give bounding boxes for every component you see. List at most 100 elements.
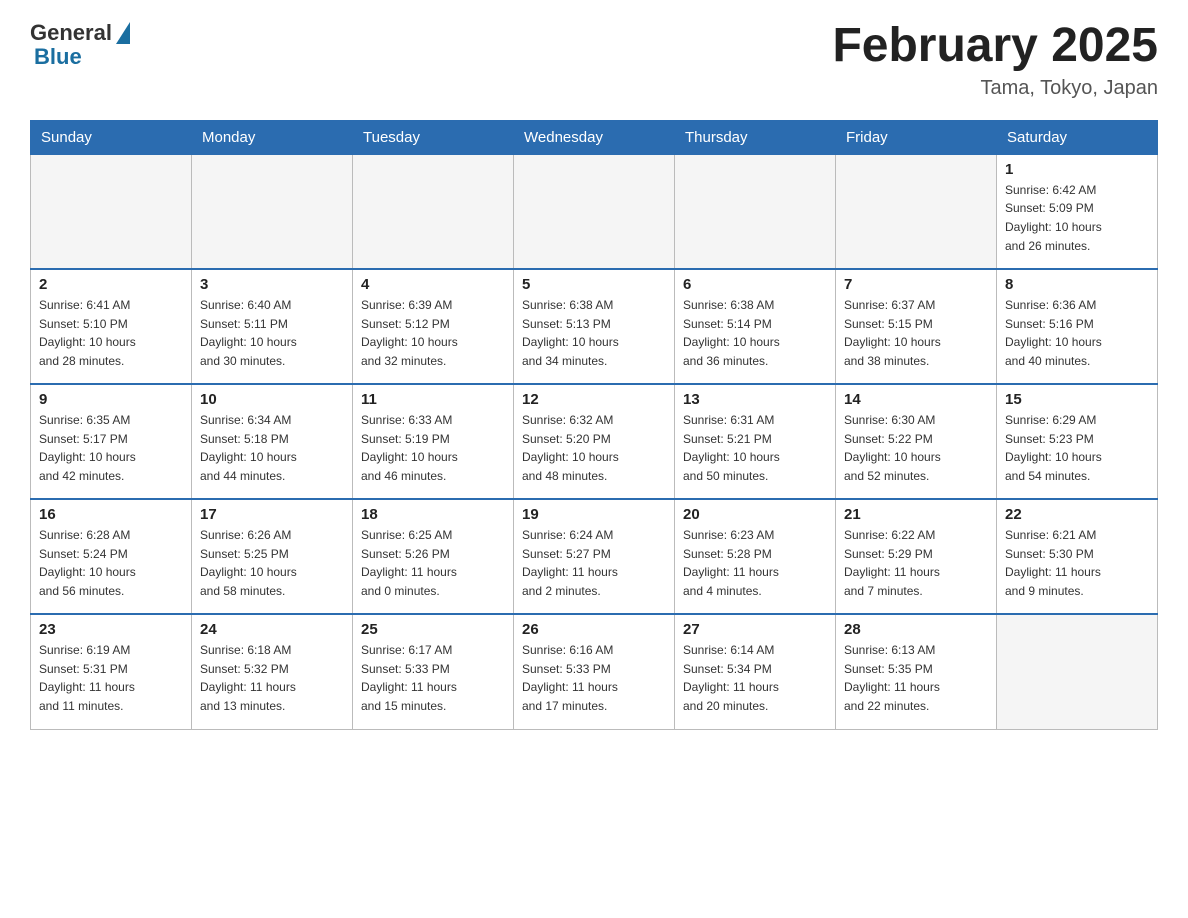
day-number: 8 <box>1005 276 1149 293</box>
calendar-cell: 7 Sunrise: 6:37 AM Sunset: 5:15 PM Daylig… <box>836 269 997 384</box>
col-thursday: Thursday <box>675 120 836 154</box>
day-number: 14 <box>844 391 988 408</box>
day-number: 23 <box>39 621 183 638</box>
week-row-1: 1Sunrise: 6:42 AM Sunset: 5:09 PM Daylig… <box>31 154 1158 269</box>
day-info: Sunrise: 6:33 AM Sunset: 5:19 PM Dayligh… <box>361 411 505 485</box>
day-info: Sunrise: 6:35 AM Sunset: 5:17 PM Dayligh… <box>39 411 183 485</box>
day-info: Sunrise: 6:40 AM Sunset: 5:11 PM Dayligh… <box>200 296 344 370</box>
col-friday: Friday <box>836 120 997 154</box>
day-info: Sunrise: 6:38 AM Sunset: 5:14 PM Dayligh… <box>683 296 827 370</box>
calendar-cell: 18 Sunrise: 6:25 AM Sunset: 5:26 PM Dayli… <box>353 499 514 614</box>
calendar-cell <box>836 154 997 269</box>
calendar-table: Sunday Monday Tuesday Wednesday Thursday… <box>30 120 1158 730</box>
day-info: Sunrise: 6:34 AM Sunset: 5:18 PM Dayligh… <box>200 411 344 485</box>
logo-general-text: General <box>30 20 112 46</box>
calendar-cell: 10 Sunrise: 6:34 AM Sunset: 5:18 PM Dayli… <box>192 384 353 499</box>
calendar-cell: 19 Sunrise: 6:24 AM Sunset: 5:27 PM Dayli… <box>514 499 675 614</box>
calendar-cell: 8 Sunrise: 6:36 AM Sunset: 5:16 PM Daylig… <box>997 269 1158 384</box>
day-number: 24 <box>200 621 344 638</box>
day-number: 22 <box>1005 506 1149 523</box>
calendar-cell: 23 Sunrise: 6:19 AM Sunset: 5:31 PM Dayli… <box>31 614 192 729</box>
col-wednesday: Wednesday <box>514 120 675 154</box>
calendar-title: February 2025 <box>832 20 1158 73</box>
calendar-cell: 6 Sunrise: 6:38 AM Sunset: 5:14 PM Daylig… <box>675 269 836 384</box>
calendar-cell: 28Sunrise: 6:13 AM Sunset: 5:35 PM Dayli… <box>836 614 997 729</box>
calendar-cell: 2Sunrise: 6:41 AM Sunset: 5:10 PM Daylig… <box>31 269 192 384</box>
calendar-cell: 26 Sunrise: 6:16 AM Sunset: 5:33 PM Dayli… <box>514 614 675 729</box>
day-number: 18 <box>361 506 505 523</box>
calendar-cell: 9 Sunrise: 6:35 AM Sunset: 5:17 PM Daylig… <box>31 384 192 499</box>
calendar-cell: 27 Sunrise: 6:14 AM Sunset: 5:34 PM Dayli… <box>675 614 836 729</box>
day-number: 5 <box>522 276 666 293</box>
calendar-cell: 4Sunrise: 6:39 AM Sunset: 5:12 PM Daylig… <box>353 269 514 384</box>
calendar-cell: 20Sunrise: 6:23 AM Sunset: 5:28 PM Dayli… <box>675 499 836 614</box>
calendar-cell: 5 Sunrise: 6:38 AM Sunset: 5:13 PM Daylig… <box>514 269 675 384</box>
day-info: Sunrise: 6:32 AM Sunset: 5:20 PM Dayligh… <box>522 411 666 485</box>
day-info: Sunrise: 6:36 AM Sunset: 5:16 PM Dayligh… <box>1005 296 1149 370</box>
day-number: 28 <box>844 621 988 638</box>
day-number: 27 <box>683 621 827 638</box>
calendar-cell: 12 Sunrise: 6:32 AM Sunset: 5:20 PM Dayli… <box>514 384 675 499</box>
day-number: 19 <box>522 506 666 523</box>
week-row-4: 16 Sunrise: 6:28 AM Sunset: 5:24 PM Dayli… <box>31 499 1158 614</box>
day-number: 15 <box>1005 391 1149 408</box>
day-info: Sunrise: 6:14 AM Sunset: 5:34 PM Dayligh… <box>683 641 827 715</box>
day-info: Sunrise: 6:22 AM Sunset: 5:29 PM Dayligh… <box>844 526 988 600</box>
col-sunday: Sunday <box>31 120 192 154</box>
calendar-cell: 3 Sunrise: 6:40 AM Sunset: 5:11 PM Daylig… <box>192 269 353 384</box>
logo: General Blue <box>30 20 130 70</box>
day-number: 7 <box>844 276 988 293</box>
day-number: 3 <box>200 276 344 293</box>
week-row-3: 9 Sunrise: 6:35 AM Sunset: 5:17 PM Daylig… <box>31 384 1158 499</box>
title-block: February 2025 Tama, Tokyo, Japan <box>832 20 1158 100</box>
calendar-cell: 25 Sunrise: 6:17 AM Sunset: 5:33 PM Dayli… <box>353 614 514 729</box>
day-number: 26 <box>522 621 666 638</box>
day-info: Sunrise: 6:18 AM Sunset: 5:32 PM Dayligh… <box>200 641 344 715</box>
day-number: 6 <box>683 276 827 293</box>
calendar-cell: 11 Sunrise: 6:33 AM Sunset: 5:19 PM Dayli… <box>353 384 514 499</box>
calendar-subtitle: Tama, Tokyo, Japan <box>832 77 1158 100</box>
day-number: 1 <box>1005 161 1149 178</box>
day-info: Sunrise: 6:29 AM Sunset: 5:23 PM Dayligh… <box>1005 411 1149 485</box>
day-info: Sunrise: 6:16 AM Sunset: 5:33 PM Dayligh… <box>522 641 666 715</box>
page-header: General Blue February 2025 Tama, Tokyo, … <box>30 20 1158 100</box>
day-number: 12 <box>522 391 666 408</box>
calendar-cell <box>514 154 675 269</box>
day-info: Sunrise: 6:17 AM Sunset: 5:33 PM Dayligh… <box>361 641 505 715</box>
day-number: 17 <box>200 506 344 523</box>
day-number: 20 <box>683 506 827 523</box>
calendar-cell <box>997 614 1158 729</box>
day-number: 10 <box>200 391 344 408</box>
day-number: 9 <box>39 391 183 408</box>
calendar-cell <box>675 154 836 269</box>
calendar-cell: 16 Sunrise: 6:28 AM Sunset: 5:24 PM Dayli… <box>31 499 192 614</box>
day-number: 25 <box>361 621 505 638</box>
calendar-cell: 13 Sunrise: 6:31 AM Sunset: 5:21 PM Dayli… <box>675 384 836 499</box>
week-row-2: 2Sunrise: 6:41 AM Sunset: 5:10 PM Daylig… <box>31 269 1158 384</box>
day-number: 13 <box>683 391 827 408</box>
day-info: Sunrise: 6:30 AM Sunset: 5:22 PM Dayligh… <box>844 411 988 485</box>
day-info: Sunrise: 6:28 AM Sunset: 5:24 PM Dayligh… <box>39 526 183 600</box>
day-info: Sunrise: 6:39 AM Sunset: 5:12 PM Dayligh… <box>361 296 505 370</box>
calendar-cell: 21 Sunrise: 6:22 AM Sunset: 5:29 PM Dayli… <box>836 499 997 614</box>
day-info: Sunrise: 6:37 AM Sunset: 5:15 PM Dayligh… <box>844 296 988 370</box>
calendar-cell <box>353 154 514 269</box>
calendar-cell: 14 Sunrise: 6:30 AM Sunset: 5:22 PM Dayli… <box>836 384 997 499</box>
day-number: 11 <box>361 391 505 408</box>
day-info: Sunrise: 6:31 AM Sunset: 5:21 PM Dayligh… <box>683 411 827 485</box>
day-number: 16 <box>39 506 183 523</box>
col-saturday: Saturday <box>997 120 1158 154</box>
col-tuesday: Tuesday <box>353 120 514 154</box>
day-info: Sunrise: 6:38 AM Sunset: 5:13 PM Dayligh… <box>522 296 666 370</box>
day-info: Sunrise: 6:24 AM Sunset: 5:27 PM Dayligh… <box>522 526 666 600</box>
calendar-cell: 24 Sunrise: 6:18 AM Sunset: 5:32 PM Dayli… <box>192 614 353 729</box>
day-info: Sunrise: 6:25 AM Sunset: 5:26 PM Dayligh… <box>361 526 505 600</box>
day-info: Sunrise: 6:26 AM Sunset: 5:25 PM Dayligh… <box>200 526 344 600</box>
logo-triangle-icon <box>116 22 130 44</box>
day-number: 21 <box>844 506 988 523</box>
calendar-cell: 1Sunrise: 6:42 AM Sunset: 5:09 PM Daylig… <box>997 154 1158 269</box>
day-info: Sunrise: 6:41 AM Sunset: 5:10 PM Dayligh… <box>39 296 183 370</box>
day-info: Sunrise: 6:19 AM Sunset: 5:31 PM Dayligh… <box>39 641 183 715</box>
col-monday: Monday <box>192 120 353 154</box>
calendar-cell <box>31 154 192 269</box>
